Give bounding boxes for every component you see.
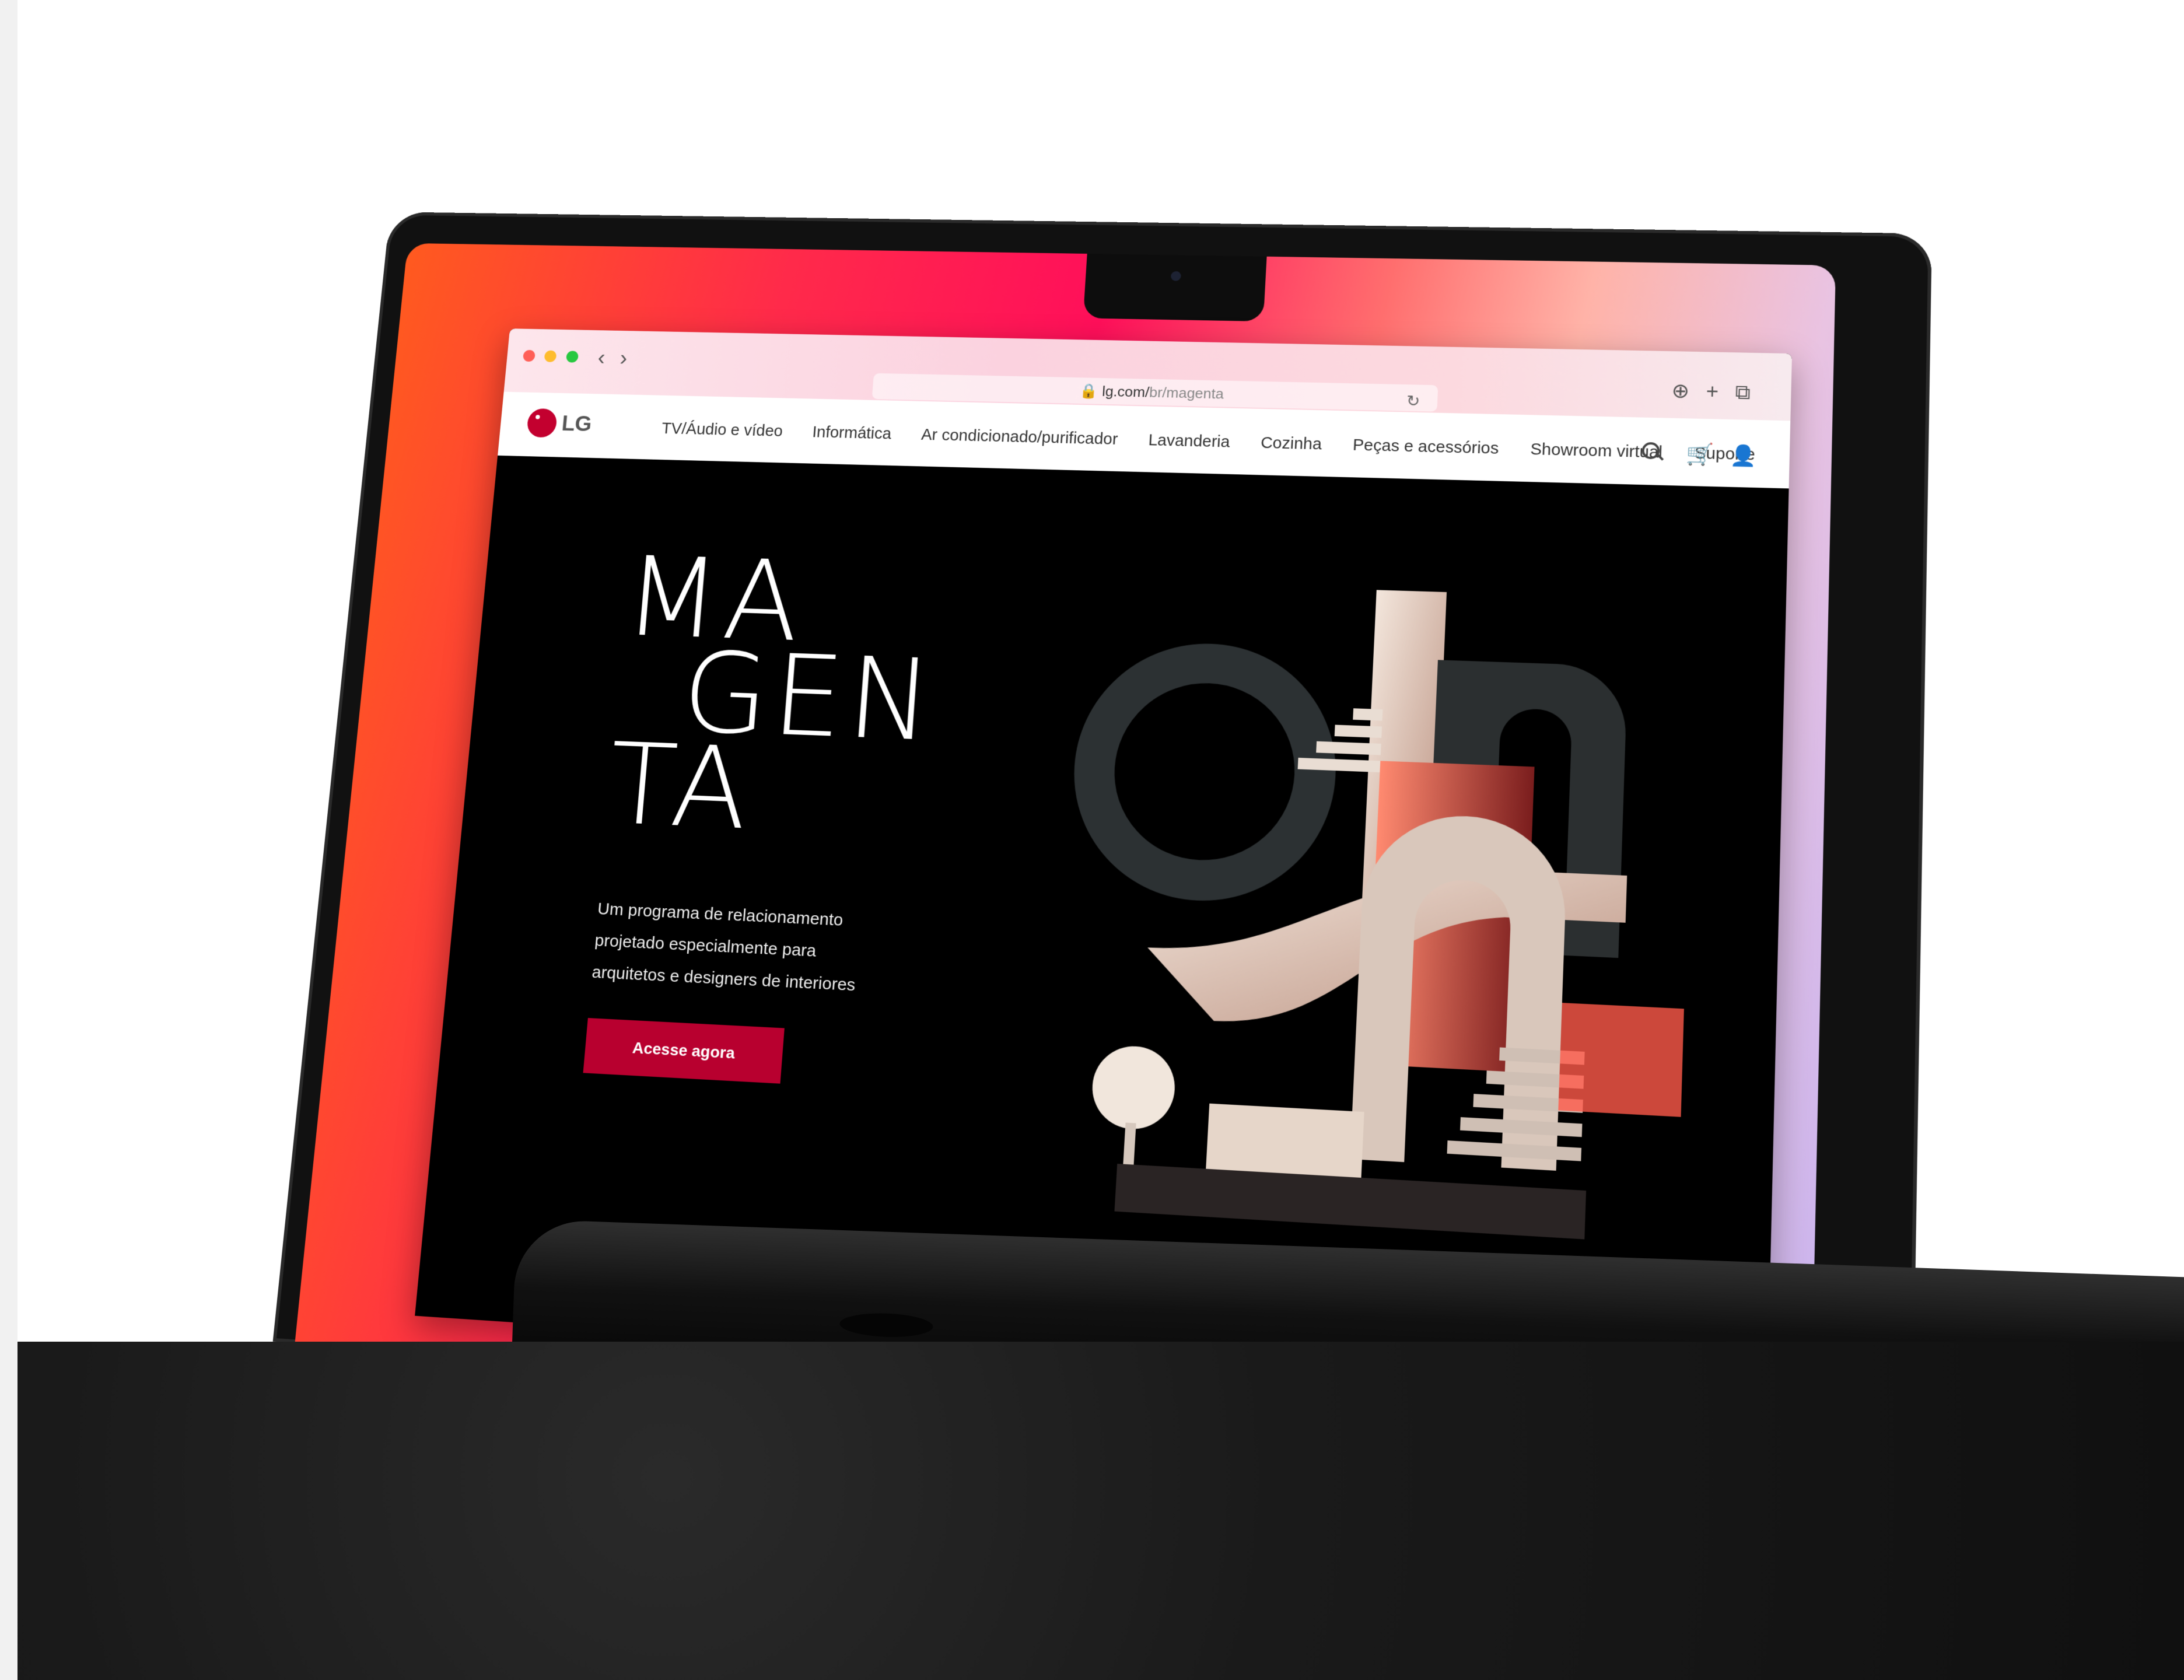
zoom-window-button[interactable] <box>565 351 579 363</box>
page-left-edge <box>0 0 18 1680</box>
address-path: br/magenta <box>1149 384 1224 402</box>
lg-logo[interactable]: LG <box>526 408 593 439</box>
menu-item-tv-audio[interactable]: TV/Áudio e vídeo <box>661 420 783 440</box>
minimize-window-button[interactable] <box>544 350 557 362</box>
lock-icon: 🔒 <box>1079 382 1099 400</box>
logo-text: LG <box>561 411 593 436</box>
window-controls <box>523 349 586 366</box>
menu-item-ar-condicionado[interactable]: Ar condicionado/purificador <box>921 426 1118 449</box>
menu-item-pecas[interactable]: Peças e acessórios <box>1352 436 1499 458</box>
camera-icon <box>1170 271 1182 281</box>
reload-icon[interactable]: ↻ <box>1406 388 1420 415</box>
magenta-wordmark: MA GEN TA <box>603 533 946 855</box>
menu-item-lavanderia[interactable]: Lavanderia <box>1148 432 1230 452</box>
menu-item-cozinha[interactable]: Cozinha <box>1260 434 1322 454</box>
download-icon[interactable]: ⊕ <box>1671 379 1706 402</box>
lg-logo-mark <box>526 408 558 438</box>
history-navigation: ‹› <box>597 346 643 370</box>
tabs-overview-icon[interactable]: ⧉ <box>1735 380 1768 404</box>
camera-notch <box>1083 253 1267 322</box>
main-menu: TV/Áudio e vídeo Informática Ar condicio… <box>661 420 1755 464</box>
toolbar-actions: ⊕+⧉ <box>1671 379 1768 405</box>
menu-item-informatica[interactable]: Informática <box>811 424 892 443</box>
search-icon <box>1642 442 1660 460</box>
user-icon[interactable]: 👤 <box>1730 443 1757 467</box>
cart-icon[interactable]: 🛒 <box>1685 443 1714 467</box>
chevron-right-icon[interactable]: › <box>619 346 643 370</box>
base-foot <box>839 1311 934 1339</box>
search-button[interactable] <box>1642 442 1666 465</box>
new-tab-icon[interactable]: + <box>1706 380 1735 403</box>
concrete-surface <box>18 1342 2184 1680</box>
header-tools: 🛒 👤 <box>1642 442 1757 467</box>
address-domain: lg.com/ <box>1101 383 1150 401</box>
chevron-left-icon[interactable]: ‹ <box>597 346 621 370</box>
close-window-button[interactable] <box>523 349 536 362</box>
architecture-illustration <box>1022 580 1684 1240</box>
hero-tagline: Um programa de relacionamento projetado … <box>591 899 856 995</box>
acesse-agora-button[interactable]: Acesse agora <box>583 1018 785 1084</box>
